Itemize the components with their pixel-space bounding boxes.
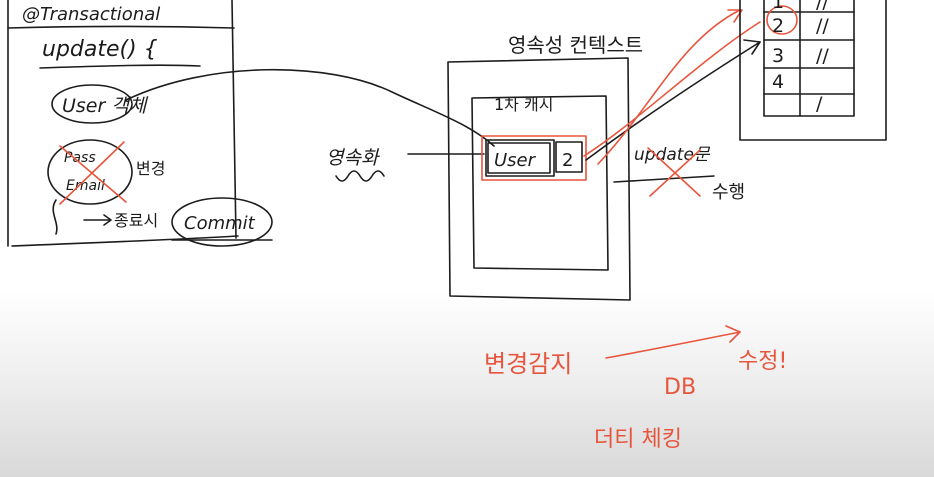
brace-stroke	[52, 199, 58, 235]
entity-user-label: User	[494, 150, 537, 171]
db-row-value: /	[816, 93, 823, 115]
persist-label: 영속화	[326, 147, 380, 169]
db-row-id: 1	[772, 0, 784, 13]
update-method-label: update() {	[42, 37, 158, 62]
commit-label: Commit	[184, 213, 256, 234]
db-row-value: //	[816, 15, 829, 37]
db-label: DB	[664, 375, 696, 400]
db-row-value: //	[816, 0, 829, 13]
db-row-id: 2	[772, 15, 784, 37]
db-row-id: 3	[772, 45, 784, 67]
db-row-value: //	[816, 45, 829, 67]
entity-id-label: 2	[562, 150, 573, 171]
whiteboard: @Transactional update() { User 객체 Pass E…	[7, 0, 887, 452]
dirty-checking-term: 더티 체킹	[594, 427, 682, 452]
transactional-annotation: @Transactional	[22, 4, 160, 25]
dirty-checking-label: 변경감지	[484, 350, 572, 378]
persistence-context-title: 영속성 컨텍스트	[508, 33, 643, 57]
change-label: 변경	[136, 159, 165, 178]
persist-squiggle	[335, 170, 385, 182]
first-level-cache-box	[471, 95, 609, 271]
end-label: 종료시	[114, 211, 158, 230]
execute-label: 수행	[712, 182, 745, 203]
db-outer-frame	[739, 0, 887, 141]
update-statement-label: update문	[634, 145, 711, 165]
user-object-label: User 객체	[62, 95, 149, 117]
first-level-cache-label: 1차 캐시	[494, 95, 553, 114]
flush-label: 수정!	[738, 349, 787, 374]
update-to-db-line	[585, 41, 761, 161]
flush-arrow-red	[605, 331, 741, 359]
user-to-cache-line	[125, 68, 495, 147]
db-row-id: 4	[772, 71, 784, 93]
